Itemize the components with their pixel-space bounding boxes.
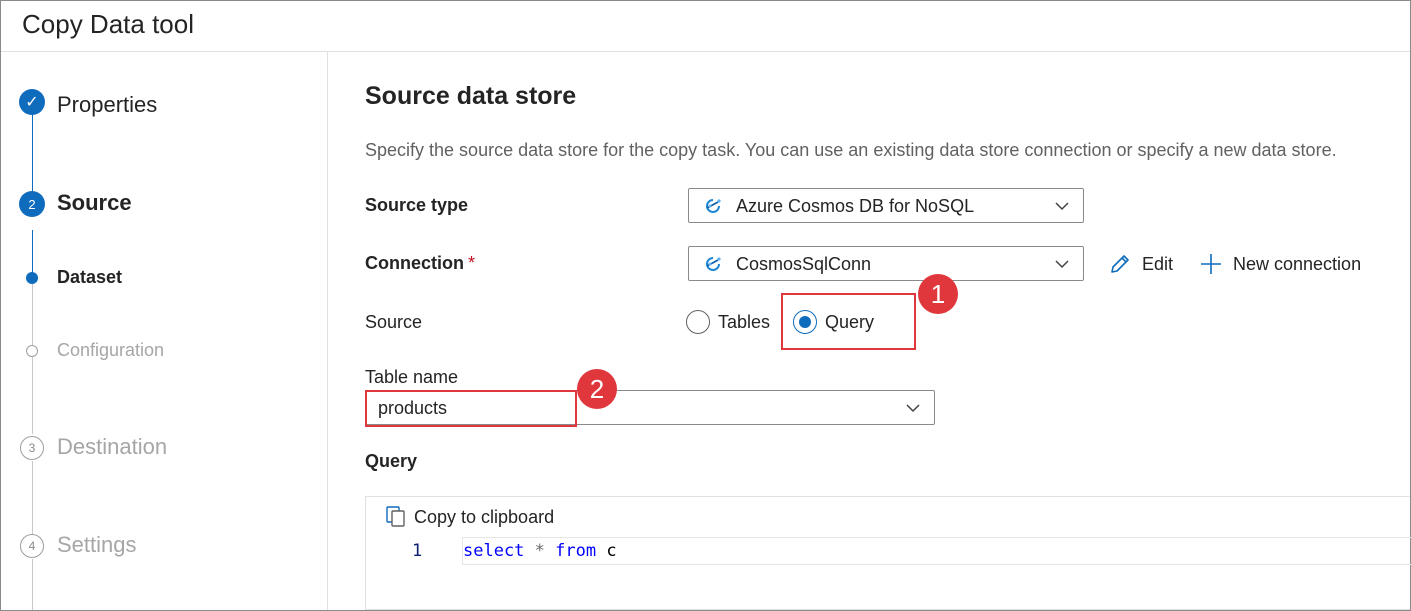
chevron-down-icon bbox=[1055, 260, 1069, 269]
chevron-down-icon bbox=[906, 404, 920, 413]
source-type-value: Azure Cosmos DB for NoSQL bbox=[736, 196, 975, 216]
step-connector bbox=[32, 284, 33, 346]
radio-tables[interactable]: Tables bbox=[686, 310, 770, 334]
connection-label: Connection * bbox=[365, 253, 475, 274]
callout-badge: 1 bbox=[918, 274, 958, 314]
connection-dropdown[interactable]: CosmosSqlConn bbox=[688, 246, 1084, 281]
step-label: Source bbox=[57, 190, 132, 215]
pencil-icon bbox=[1111, 255, 1129, 273]
source-type-label: Source type bbox=[365, 195, 469, 215]
step-connector bbox=[32, 461, 33, 534]
cosmos-db-icon bbox=[706, 257, 721, 271]
code-keyword: from bbox=[555, 541, 597, 561]
code-identifier: c bbox=[606, 541, 617, 561]
step-label: Properties bbox=[57, 92, 158, 117]
source-label: Source bbox=[365, 312, 423, 332]
step-label: Settings bbox=[57, 532, 137, 557]
copy-icon bbox=[386, 506, 405, 527]
callout-badge: 2 bbox=[577, 369, 617, 409]
copy-to-clipboard-button[interactable]: Copy to clipboard bbox=[386, 506, 554, 528]
substep-label: Dataset bbox=[57, 267, 123, 287]
step-label: Destination bbox=[57, 434, 168, 459]
source-type-dropdown[interactable]: Azure Cosmos DB for NoSQL bbox=[688, 188, 1084, 223]
copy-label: Copy to clipboard bbox=[414, 506, 555, 527]
substep-label: Configuration bbox=[57, 340, 165, 360]
line-number: 1 bbox=[412, 541, 423, 561]
connection-value: CosmosSqlConn bbox=[736, 254, 872, 274]
connection-label-text: Connection bbox=[365, 253, 464, 273]
new-connection-label: New connection bbox=[1233, 253, 1362, 274]
check-icon: ✓ bbox=[19, 89, 45, 115]
query-code[interactable]: select * from c bbox=[463, 541, 617, 561]
callout-box-query bbox=[781, 293, 916, 350]
query-label: Query bbox=[365, 451, 418, 471]
cosmos-db-icon bbox=[706, 199, 721, 213]
wizard-steps: ✓ Properties 2 Source Dataset Configurat… bbox=[1, 52, 328, 610]
radio-label: Tables bbox=[718, 311, 771, 332]
table-name-label: Table name bbox=[365, 367, 459, 387]
code-operator: * bbox=[534, 541, 545, 561]
chevron-down-icon bbox=[1055, 202, 1069, 211]
code-keyword: select bbox=[463, 541, 525, 561]
plus-icon bbox=[1201, 254, 1221, 274]
query-editor[interactable]: Copy to clipboard 1 select * from c bbox=[365, 496, 1411, 610]
required-marker: * bbox=[468, 253, 476, 273]
page-description: Specify the source data store for the co… bbox=[365, 140, 1337, 160]
title-bar: Copy Data tool bbox=[1, 1, 1410, 52]
step-connector bbox=[32, 357, 33, 434]
window-title: Copy Data tool bbox=[22, 9, 194, 39]
step-number: 3 bbox=[20, 436, 44, 460]
substep-dot bbox=[26, 272, 38, 284]
step-number: 4 bbox=[20, 534, 44, 558]
new-connection-button[interactable]: New connection bbox=[1199, 252, 1361, 276]
page-title: Source data store bbox=[365, 82, 577, 110]
step-connector bbox=[32, 559, 33, 610]
radio-circle bbox=[686, 310, 710, 334]
substep-dot bbox=[26, 345, 38, 357]
edit-label: Edit bbox=[1142, 253, 1174, 274]
edit-connection-button[interactable]: Edit bbox=[1108, 252, 1173, 276]
callout-box-table-name bbox=[365, 390, 577, 427]
step-number: 2 bbox=[19, 191, 45, 217]
step-connector bbox=[32, 230, 33, 278]
